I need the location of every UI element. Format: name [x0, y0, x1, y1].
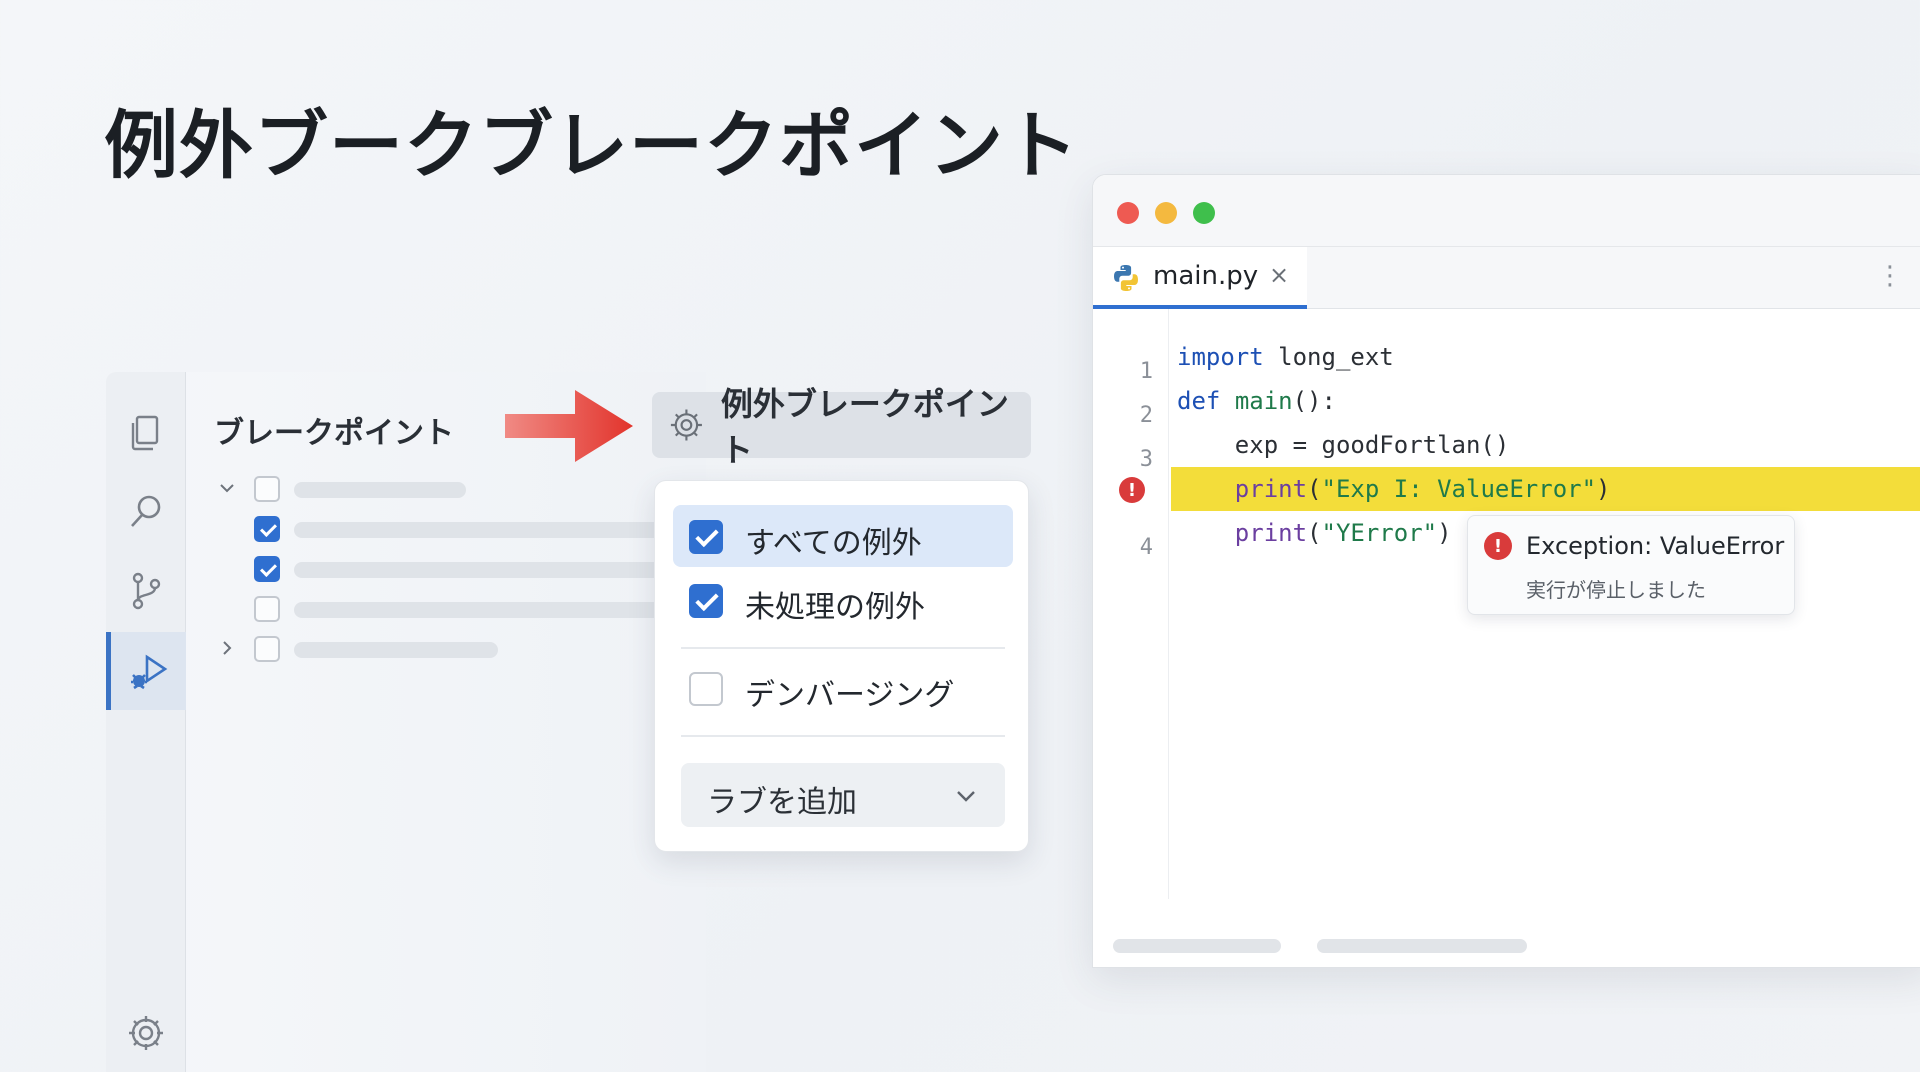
checkbox[interactable] — [689, 520, 723, 554]
option-label: デンバージング — [745, 678, 955, 713]
add-condition-select[interactable]: ラブを追加 — [681, 763, 1005, 827]
breakpoint-label-placeholder — [294, 562, 706, 578]
gear-icon — [670, 409, 702, 441]
breakpoint-error-icon[interactable]: ! — [1119, 477, 1145, 503]
breakpoint-checkbox[interactable] — [254, 636, 280, 662]
exception-options-menu: すべての例外 未処理の例外 デンバージング ラブを追加 — [654, 480, 1029, 852]
breakpoint-checkbox[interactable] — [254, 556, 280, 582]
gear-icon — [129, 1016, 163, 1050]
run-debug-button[interactable] — [106, 632, 186, 710]
select-label: ラブを追加 — [707, 785, 857, 820]
files-icon — [131, 415, 159, 451]
line-number: 4 — [1139, 535, 1153, 560]
breakpoint-checkbox[interactable] — [254, 516, 280, 542]
tab-filename: main.py — [1153, 261, 1259, 291]
option-label: 未処理の例外 — [745, 590, 925, 625]
breakpoint-label-placeholder — [294, 602, 706, 618]
option-label: すべての例外 — [745, 526, 922, 561]
minimize-window-button[interactable] — [1155, 202, 1177, 224]
horizontal-scrollbar[interactable] — [1113, 939, 1281, 953]
search-icon — [131, 495, 161, 527]
code-line-1[interactable]: import long_ext — [1177, 335, 1394, 379]
option-all-exceptions[interactable]: すべての例外 — [673, 505, 1013, 567]
window-titlebar — [1093, 175, 1920, 247]
exception-breakpoints-button[interactable]: 例外ブレークポイント — [652, 385, 1031, 469]
close-window-button[interactable] — [1117, 202, 1139, 224]
close-icon[interactable]: × — [1269, 261, 1289, 289]
line-number: 2 — [1139, 403, 1153, 428]
chevron-down-icon[interactable] — [216, 477, 238, 499]
code-line-5[interactable]: print("YError") — [1177, 511, 1452, 555]
breakpoint-label-placeholder — [294, 642, 498, 658]
maximize-window-button[interactable] — [1193, 202, 1215, 224]
divider — [681, 647, 1005, 649]
breakpoint-checkbox[interactable] — [254, 596, 280, 622]
exception-tooltip: ! Exception: ValueError 実行が停止しました — [1467, 515, 1795, 615]
code-line-3[interactable]: exp = goodFortlan() — [1177, 423, 1510, 467]
debug-run-icon — [130, 654, 167, 690]
python-icon — [1114, 265, 1138, 291]
breakpoints-title: ブレークポイント — [214, 416, 454, 451]
exception-subtitle: 実行が停止しました — [1526, 578, 1706, 602]
option-debugging[interactable]: デンバージング — [673, 657, 1013, 719]
chevron-right-icon[interactable] — [216, 637, 238, 659]
breakpoint-checkbox[interactable] — [254, 476, 280, 502]
debug-sidebar: ブレークポイント — [106, 372, 706, 1072]
activity-bar — [106, 372, 186, 1072]
line-gutter — [1093, 309, 1169, 899]
divider — [681, 735, 1005, 737]
source-control-button[interactable] — [106, 552, 186, 630]
tab-bar: main.py × ⋮ — [1093, 247, 1920, 309]
line-number: 3 — [1139, 447, 1153, 472]
exception-title: Exception: ValueError — [1526, 532, 1785, 560]
editor-window: main.py × ⋮ 1 2 3 ! 4 import long_ext de… — [1092, 174, 1920, 968]
line-number: 1 — [1139, 359, 1153, 384]
tab-main-py[interactable]: main.py × — [1093, 247, 1307, 309]
breakpoint-label-placeholder — [294, 482, 466, 498]
settings-button[interactable] — [106, 994, 186, 1072]
explorer-button[interactable] — [106, 394, 186, 472]
exception-breakpoints-label: 例外ブレークポイント — [720, 385, 1009, 469]
horizontal-scrollbar[interactable] — [1317, 939, 1527, 953]
chevron-down-icon — [957, 791, 975, 802]
search-button[interactable] — [106, 472, 186, 550]
error-icon: ! — [1484, 532, 1512, 560]
arrow-right-icon — [505, 390, 633, 462]
code-line-2[interactable]: def main(): — [1177, 379, 1336, 423]
code-line-4[interactable]: print("Exp I: ValueError") — [1177, 467, 1611, 511]
git-branch-icon — [132, 572, 161, 610]
option-uncaught-exceptions[interactable]: 未処理の例外 — [673, 569, 1013, 631]
page-title: 例外ブークブレークポイント — [104, 103, 1079, 189]
checkbox[interactable] — [689, 584, 723, 618]
breakpoint-label-placeholder — [294, 522, 706, 538]
checkbox[interactable] — [689, 672, 723, 706]
more-icon[interactable]: ⋮ — [1877, 261, 1903, 291]
